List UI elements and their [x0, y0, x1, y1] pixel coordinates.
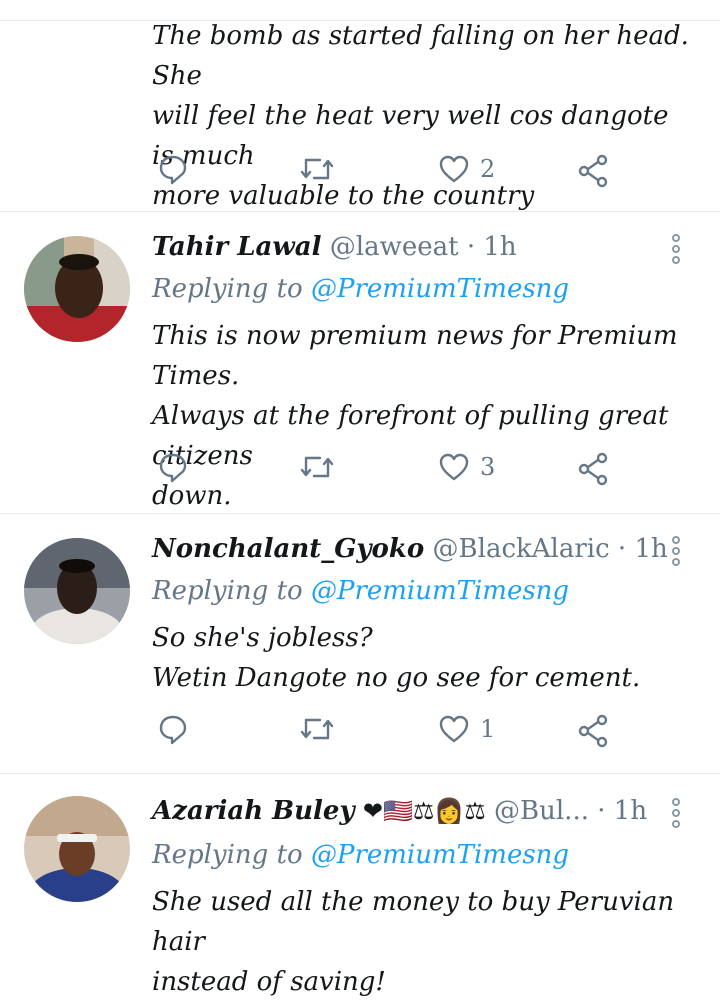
like-button[interactable]: 3: [438, 452, 495, 482]
user-handle[interactable]: @laweeat: [330, 232, 459, 262]
display-name[interactable]: Nonchalant_Gyoko: [152, 534, 424, 564]
mention-link[interactable]: @PremiumTimesng: [311, 576, 569, 606]
tweet-actions: 1: [158, 714, 618, 750]
tweet-text-line: She used all the money to buy Peruvian h…: [152, 887, 675, 957]
tweet-header: Nonchalant_Gyoko @BlackAlaric · 1h: [152, 534, 668, 564]
reply-button[interactable]: [158, 714, 188, 746]
tweet-header: Tahir Lawal @laweeat · 1h: [152, 232, 517, 262]
share-button[interactable]: [578, 154, 610, 188]
tweet-actions: 3: [158, 452, 618, 488]
separator-dot: ·: [466, 232, 476, 262]
separator-dot: ·: [617, 534, 627, 564]
more-options-button[interactable]: [672, 798, 686, 831]
mention-link[interactable]: @PremiumTimesng: [311, 840, 569, 870]
mention-link[interactable]: @PremiumTimesng: [311, 274, 569, 304]
retweet-icon: [300, 456, 334, 478]
more-options-button[interactable]: [672, 536, 686, 569]
heart-icon: [439, 715, 469, 743]
share-button[interactable]: [578, 452, 610, 486]
retweet-button[interactable]: [300, 452, 334, 482]
tweet-item[interactable]: The bomb as started falling on her head.…: [0, 0, 720, 212]
replying-to: Replying to @PremiumTimesng: [152, 576, 569, 606]
more-options-icon: [672, 536, 686, 566]
tweet-item[interactable]: Azariah Buley ❤🇺🇸⚖👩⚖ @Bul... · 1h Replyi…: [0, 774, 720, 997]
timeline-feed: The bomb as started falling on her head.…: [0, 0, 720, 997]
replying-to: Replying to @PremiumTimesng: [152, 274, 569, 304]
share-button[interactable]: [578, 714, 610, 748]
avatar[interactable]: [24, 538, 130, 644]
like-count: 1: [480, 715, 496, 743]
retweet-icon: [300, 718, 334, 740]
reply-icon: [159, 453, 187, 483]
timestamp[interactable]: 1h: [634, 534, 667, 564]
like-count: 3: [480, 453, 496, 481]
like-count: 2: [480, 155, 496, 183]
replying-to-label: Replying to: [152, 840, 303, 870]
user-handle[interactable]: @Bul...: [494, 796, 589, 826]
retweet-button[interactable]: [300, 714, 334, 744]
tweet-item[interactable]: Tahir Lawal @laweeat · 1h Replying to @P…: [0, 212, 720, 514]
heart-icon: [439, 453, 469, 481]
retweet-button[interactable]: [300, 154, 334, 184]
retweet-icon: [300, 158, 334, 180]
more-options-icon: [672, 798, 686, 828]
replying-to: Replying to @PremiumTimesng: [152, 840, 569, 870]
reply-button[interactable]: [158, 154, 188, 186]
heart-icon: [439, 155, 469, 183]
display-name[interactable]: Tahir Lawal: [152, 232, 321, 262]
share-icon: [578, 714, 608, 748]
tweet-actions: 2: [158, 154, 618, 190]
tweet-item[interactable]: Nonchalant_Gyoko @BlackAlaric · 1h Reply…: [0, 514, 720, 774]
share-icon: [578, 154, 608, 188]
user-handle[interactable]: @BlackAlaric: [433, 534, 610, 564]
timestamp[interactable]: 1h: [483, 232, 516, 262]
replying-to-label: Replying to: [152, 274, 303, 304]
tweet-text-line: Wetin Dangote no go see for cement.: [152, 663, 641, 693]
more-options-icon: [672, 234, 686, 264]
like-button[interactable]: 1: [438, 714, 495, 744]
separator-dot: ·: [597, 796, 606, 826]
like-button[interactable]: 2: [438, 154, 495, 184]
avatar[interactable]: [24, 236, 130, 342]
timestamp[interactable]: 1h: [614, 796, 647, 826]
tweet-text-line: This is now premium news for Premium Tim…: [152, 321, 678, 391]
reply-icon: [159, 715, 187, 745]
reply-button[interactable]: [158, 452, 188, 484]
tweet-text-line: instead of saving!: [152, 967, 386, 997]
share-icon: [578, 452, 608, 486]
tweet-header: Azariah Buley ❤🇺🇸⚖👩⚖ @Bul... · 1h: [152, 796, 647, 826]
display-name[interactable]: Azariah Buley: [152, 796, 355, 826]
tweet-text: She used all the money to buy Peruvian h…: [152, 882, 697, 1002]
more-options-button[interactable]: [672, 234, 686, 267]
tweet-text-line: The bomb as started falling on her head.…: [152, 21, 689, 91]
reply-icon: [159, 155, 187, 185]
tweet-text: So she's jobless? Wetin Dangote no go se…: [152, 618, 697, 698]
avatar[interactable]: [24, 796, 130, 902]
name-emojis: ❤🇺🇸⚖👩⚖: [362, 797, 486, 825]
tweet-text-line: So she's jobless?: [152, 623, 373, 653]
replying-to-label: Replying to: [152, 576, 303, 606]
